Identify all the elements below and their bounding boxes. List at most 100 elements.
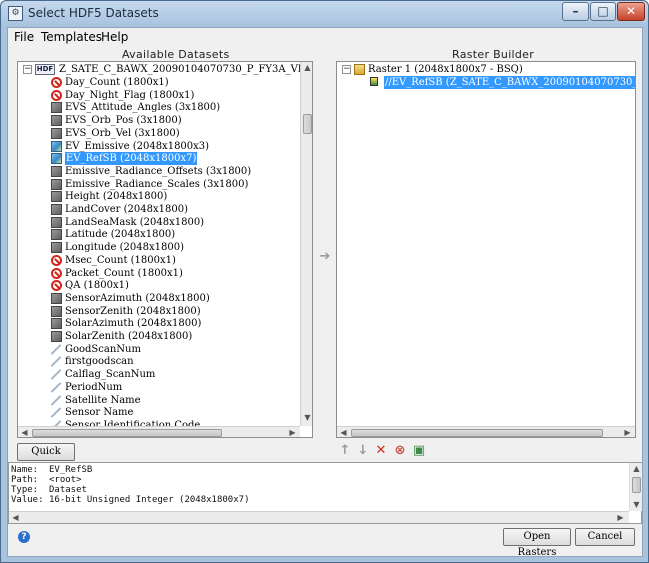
dataset-item-label: Sensor Name: [65, 407, 134, 419]
menu-templates[interactable]: Templates: [41, 30, 102, 44]
title-bar[interactable]: ⚙ Select HDF5 Datasets – □ ✕: [1, 1, 648, 27]
dataset-item-label: Day_Night_Flag (1800x1): [65, 89, 195, 101]
raster-builder-tree[interactable]: − Raster 1 (2048x1800x7 - BSQ) //EV_RefS…: [336, 61, 636, 438]
scroll-up-arrow[interactable]: ▲: [630, 463, 643, 475]
available-datasets-tree[interactable]: − HDF Z_SATE_C_BAWX_20090104070730_P_FY3…: [17, 61, 313, 438]
dataset-item-label: Height (2048x1800): [65, 191, 168, 203]
dataset-item-label: Calflag_ScanNum: [65, 369, 156, 381]
scroll-thumb[interactable]: [303, 114, 312, 134]
attribute-icon: [51, 382, 62, 393]
grid-icon: [51, 242, 62, 254]
menu-file[interactable]: File: [14, 30, 34, 44]
blocked-icon: [51, 254, 62, 266]
grid-icon: [51, 178, 62, 190]
scroll-right-arrow[interactable]: ▶: [621, 427, 634, 437]
raster-band-node[interactable]: //EV_RefSB (Z_SATE_C_BAWX_20090104070730…: [370, 76, 635, 89]
scroll-thumb-h[interactable]: [351, 429, 603, 437]
dataset-item-label: SolarZenith (2048x1800): [65, 331, 193, 342]
dataset-item-label: firstgoodscan: [65, 356, 134, 368]
add-to-raster-arrow-icon[interactable]: ➔: [318, 250, 332, 264]
grid-icon: [51, 229, 62, 241]
dialog-body: File Templates Help Available Datasets R…: [7, 27, 643, 558]
dataset-item-label: Latitude (2048x1800): [65, 229, 176, 241]
move-up-icon[interactable]: ↑: [338, 444, 352, 458]
delete-icon[interactable]: ✕: [374, 444, 388, 458]
dataset-item-label: GoodScanNum: [65, 343, 141, 355]
band-icon: [370, 77, 378, 86]
attribute-icon: [51, 369, 62, 380]
attribute-icon: [51, 407, 62, 418]
move-down-icon[interactable]: ↓: [356, 444, 370, 458]
dataset-item-label: QA (1800x1): [65, 280, 129, 292]
collapse-toggle[interactable]: −: [23, 65, 32, 74]
path-value: <root>: [49, 475, 82, 485]
scroll-left-arrow[interactable]: ◀: [9, 512, 22, 524]
dataset-item-label: SolarAzimuth (2048x1800): [65, 318, 202, 330]
value-value: 16-bit Unsigned Integer (2048x1800x7): [49, 495, 250, 505]
dataset-item-label: LandSeaMask (2048x1800): [65, 216, 205, 228]
horizontal-scrollbar[interactable]: ◀ ▶: [18, 426, 300, 437]
attribute-icon: [51, 344, 62, 355]
type-label: Type:: [11, 485, 39, 495]
dataset-item-label: Msec_Count (1800x1): [65, 254, 176, 266]
cancel-button[interactable]: Cancel: [575, 528, 635, 546]
grid-icon: [51, 204, 62, 215]
add-raster-icon[interactable]: ▣: [412, 444, 426, 458]
raster-band-label: //EV_RefSB (Z_SATE_C_BAWX_20090104070730…: [384, 76, 635, 89]
root-file-label: Z_SATE_C_BAWX_20090104070730_P_FY3A_VIRR…: [59, 64, 312, 75]
type-value: Dataset: [49, 485, 87, 495]
blocked-icon: [51, 77, 62, 88]
scroll-thumb[interactable]: [632, 477, 641, 493]
dataset-item-label: EVS_Orb_Pos (3x1800): [65, 115, 182, 127]
color-raster-icon: [51, 153, 62, 165]
dataset-item-label: Emissive_Radiance_Scales (3x1800): [65, 178, 249, 190]
dataset-item-label: PeriodNum: [65, 381, 123, 393]
grid-icon: [51, 115, 62, 127]
path-label: Path:: [11, 475, 39, 485]
help-icon[interactable]: ?: [18, 531, 30, 543]
grid-icon: [51, 305, 62, 317]
minimize-button[interactable]: –: [562, 2, 589, 21]
dataset-item-label: EV_RefSB (2048x1800x7): [65, 152, 198, 166]
attribute-icon: [51, 395, 62, 406]
grid-icon: [51, 191, 62, 203]
open-rasters-button[interactable]: Open Rasters: [503, 528, 571, 558]
close-button[interactable]: ✕: [617, 2, 645, 21]
remove-all-icon[interactable]: ⊗: [393, 444, 407, 458]
scroll-down-arrow[interactable]: ▼: [630, 499, 643, 511]
maximize-button[interactable]: □: [590, 2, 616, 21]
menu-bar: File Templates Help: [8, 28, 642, 47]
grid-icon: [51, 165, 62, 177]
scroll-left-arrow[interactable]: ◀: [18, 427, 31, 437]
raster-node-label: Raster 1 (2048x1800x7 - BSQ): [368, 64, 523, 75]
grid-icon: [51, 331, 62, 342]
scroll-left-arrow[interactable]: ◀: [337, 427, 350, 437]
scroll-thumb-h[interactable]: [32, 429, 222, 437]
dataset-info-panel: Name: EV_RefSB Path: <root> Type: Dataset V…: [8, 462, 642, 524]
vertical-scrollbar[interactable]: ▲ ▼: [300, 62, 312, 426]
quick-open-button[interactable]: Quick Open: [17, 443, 75, 473]
collapse-toggle[interactable]: −: [342, 65, 351, 74]
horizontal-scrollbar[interactable]: ◀ ▶: [337, 426, 635, 437]
scroll-down-arrow[interactable]: ▼: [301, 412, 312, 424]
grid-icon: [51, 292, 62, 304]
scroll-right-arrow[interactable]: ▶: [286, 427, 299, 437]
info-horizontal-scrollbar[interactable]: ◀ ▶: [9, 511, 629, 523]
dataset-item-label: Emissive_Radiance_Offsets (3x1800): [65, 165, 252, 177]
dataset-item-label: Satellite Name: [65, 394, 141, 406]
dialog-window: ⚙ Select HDF5 Datasets – □ ✕ File Templa…: [0, 0, 649, 563]
scroll-right-arrow[interactable]: ▶: [614, 512, 627, 524]
app-icon: ⚙: [8, 6, 23, 21]
blocked-icon: [51, 89, 62, 101]
raster-folder-icon: [354, 64, 365, 75]
info-vertical-scrollbar[interactable]: ▲ ▼: [629, 463, 642, 511]
color-raster-icon: [51, 140, 62, 152]
dataset-item-label: Longitude (2048x1800): [65, 242, 184, 254]
dataset-item-label: EVS_Attitude_Angles (3x1800): [65, 102, 221, 114]
window-title: Select HDF5 Datasets: [28, 6, 159, 20]
scroll-up-arrow[interactable]: ▲: [301, 62, 312, 74]
grid-icon: [51, 102, 62, 114]
dataset-item-label: EV_Emissive (2048x1800x3): [65, 140, 210, 152]
menu-help[interactable]: Help: [101, 30, 128, 44]
attribute-icon: [51, 356, 62, 367]
